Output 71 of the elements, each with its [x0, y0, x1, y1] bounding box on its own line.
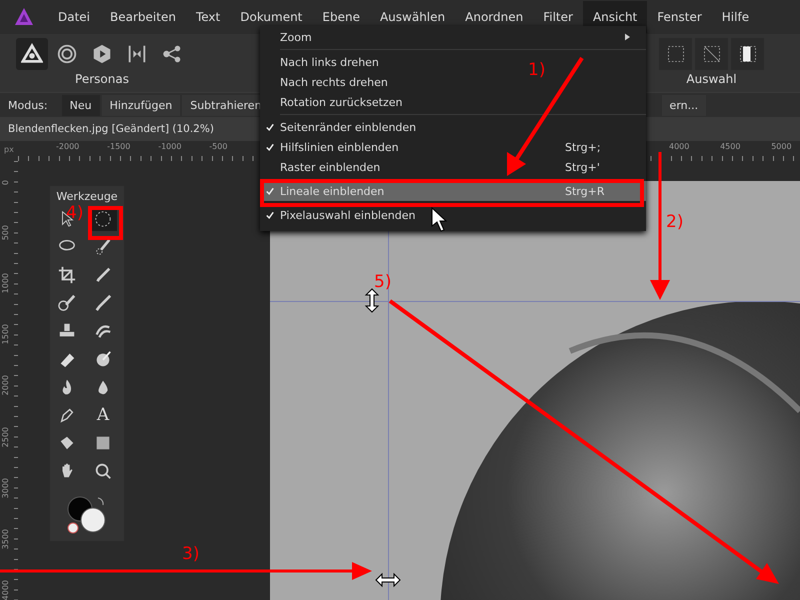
menu-option[interactable]: Nach links drehen: [260, 52, 379, 72]
dial-icon: [94, 350, 112, 368]
menu-item[interactable]: Text: [186, 1, 230, 33]
ruler-label: 4000: [669, 142, 690, 151]
group-label: Auswahl: [686, 72, 737, 86]
select-invert-button[interactable]: [731, 38, 764, 70]
menu-option[interactable]: Hilfslinien einblenden Strg+;: [260, 137, 607, 157]
brush-icon: [58, 294, 76, 312]
mode-label: Modus:: [8, 98, 48, 112]
ruler-label: 1500: [1, 324, 10, 345]
ruler-label: 4000: [1, 580, 10, 600]
brush-icon: [94, 294, 112, 312]
menu-item[interactable]: Fenster: [647, 1, 712, 33]
dashed-square-half-icon: [738, 44, 758, 64]
ruler-unit: px: [4, 145, 14, 154]
menu-option[interactable]: Zoom: [260, 27, 312, 47]
annotation-label: 4): [66, 203, 84, 223]
ruler-label: 5000: [771, 142, 792, 151]
ruler-label: 2500: [1, 426, 10, 447]
dashed-circle-icon: [94, 210, 112, 228]
share-icon: [161, 43, 183, 65]
ruler-label: 4500: [720, 142, 740, 151]
mode-button[interactable]: ern...: [662, 94, 706, 116]
menu-option[interactable]: Seitenränder einblenden: [260, 117, 416, 137]
triangle-icon: [21, 43, 43, 65]
ruler-label: 3500: [1, 528, 10, 550]
arrow-cursor-icon: [432, 206, 448, 232]
group-label: Personas: [75, 72, 129, 86]
highlight-frame: [88, 206, 123, 240]
magnifier-icon: [94, 462, 112, 480]
app-logo-icon: [14, 7, 34, 27]
eyedropper-icon: [94, 266, 112, 284]
ruler-label: -1000: [158, 142, 182, 151]
hexagon-icon: [91, 43, 113, 65]
menu-option[interactable]: Pixelauswahl einblenden: [260, 205, 416, 225]
select-none-button[interactable]: [695, 38, 728, 70]
mode-button[interactable]: Hinzufügen: [102, 94, 180, 116]
rings-icon: [56, 43, 78, 65]
annotation-label: 2): [666, 212, 684, 232]
paint-bucket-icon: [58, 434, 76, 452]
ruler-label: -2000: [56, 142, 80, 151]
ruler-label: -500: [209, 142, 228, 151]
ruler-label: 3000: [1, 478, 10, 498]
pen-nib-icon: [58, 406, 76, 424]
ruler-label: 500: [1, 225, 10, 240]
horizontal-resize-cursor-icon: [375, 572, 401, 588]
dashed-square-slash-icon: [702, 44, 722, 64]
menu-option[interactable]: Raster einblenden Strg+': [260, 157, 606, 177]
ruler-label: 0: [1, 180, 10, 186]
square-icon: [94, 434, 112, 452]
annotation-label: 3): [182, 544, 200, 564]
document-tab[interactable]: Blendenflecken.jpg [Geändert] (10.2%): [0, 123, 222, 135]
bars-icon: [126, 43, 148, 65]
ruler-label: 1000: [1, 273, 10, 294]
menu-item[interactable]: Hilfe: [712, 1, 760, 33]
persona-photo-button[interactable]: [16, 38, 48, 70]
select-all-button[interactable]: [659, 38, 692, 70]
panel-title: Werkzeuge: [56, 189, 118, 205]
annotation-label: 1): [528, 60, 546, 80]
brush-icon: [94, 238, 112, 256]
ruler-label: 2000: [1, 375, 10, 396]
vertical-resize-cursor-icon: [364, 288, 380, 313]
menu-option[interactable]: Nach rechts drehen: [260, 72, 388, 92]
menu-item[interactable]: Bearbeiten: [100, 1, 186, 33]
annotation-label: 5): [374, 272, 392, 292]
menu-item[interactable]: Datei: [48, 1, 100, 33]
text-tool[interactable]: A: [89, 403, 117, 427]
crop-icon: [58, 266, 76, 284]
dashed-square-icon: [666, 44, 686, 64]
mode-button[interactable]: Neu: [62, 94, 100, 116]
ruler-label: -1500: [107, 142, 130, 151]
